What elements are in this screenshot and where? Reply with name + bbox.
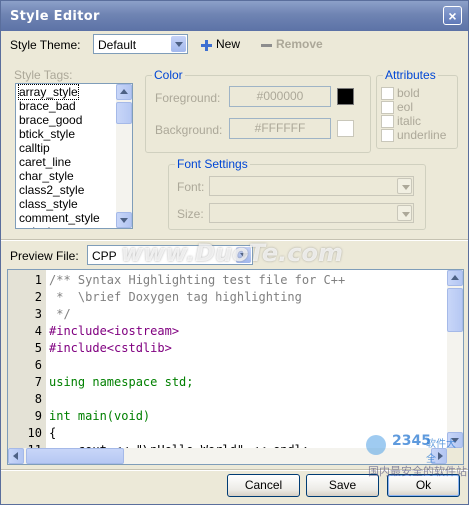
minus-icon xyxy=(261,44,272,47)
editor-vertical-scrollbar[interactable] xyxy=(447,270,463,448)
scroll-down-arrow-icon[interactable] xyxy=(116,212,132,228)
line-number: 5 xyxy=(34,341,42,355)
style-theme-value: Default xyxy=(98,38,137,52)
save-button[interactable]: Save xyxy=(306,474,379,497)
scroll-up-arrow-icon[interactable] xyxy=(116,84,132,100)
list-item[interactable]: ctrl_char xyxy=(19,225,65,228)
list-item[interactable]: char_style xyxy=(19,169,74,183)
remove-button-label: Remove xyxy=(276,37,323,51)
font-label: Font: xyxy=(177,180,205,194)
scroll-down-arrow-icon[interactable] xyxy=(447,432,463,448)
line-number: 1 xyxy=(34,273,42,287)
list-item[interactable]: caret_line xyxy=(19,155,71,169)
chevron-down-icon[interactable] xyxy=(171,36,186,52)
code-line: */ xyxy=(49,307,71,321)
ok-button[interactable]: Ok xyxy=(387,474,460,497)
style-tags-label: Style Tags: xyxy=(14,68,73,82)
scroll-left-arrow-icon[interactable] xyxy=(8,448,24,464)
line-number: 9 xyxy=(34,409,42,423)
scroll-up-arrow-icon[interactable] xyxy=(447,270,463,286)
code-line: * \brief Doxygen tag highlighting xyxy=(49,290,302,304)
list-item[interactable]: calltip xyxy=(19,141,50,155)
code-line: { xyxy=(49,426,57,440)
underline-label: underline xyxy=(397,128,447,142)
chevron-down-icon[interactable] xyxy=(397,178,412,194)
italic-label: italic xyxy=(397,114,422,128)
background-swatch[interactable] xyxy=(337,120,354,137)
background-label: Background: xyxy=(155,123,223,137)
list-item[interactable]: btick_style xyxy=(19,127,75,141)
close-button[interactable]: × xyxy=(443,6,462,25)
preview-file-select[interactable]: CPP xyxy=(87,245,253,265)
divider xyxy=(1,469,468,471)
window-title: Style Editor xyxy=(10,9,100,24)
scrollbar-corner xyxy=(447,448,463,464)
bold-label: bold xyxy=(397,86,420,100)
size-select[interactable] xyxy=(209,203,414,223)
foreground-label: Foreground: xyxy=(155,91,221,105)
list-item[interactable]: brace_good xyxy=(19,113,82,127)
preview-editor[interactable]: 1 2 3 4 5 6 7 8 9 10 11 /** Syntax Highl… xyxy=(7,269,464,465)
scroll-thumb[interactable] xyxy=(26,448,124,464)
code-line: #include<cstdlib> xyxy=(49,341,172,355)
font-settings-title: Font Settings xyxy=(175,157,250,171)
list-item[interactable]: class2_style xyxy=(19,183,84,197)
code-line: int main(void) xyxy=(49,409,151,423)
scroll-thumb[interactable] xyxy=(447,288,463,332)
style-theme-select[interactable]: Default xyxy=(93,34,188,54)
preview-file-value: CPP xyxy=(92,249,117,263)
new-button-label: New xyxy=(216,37,241,51)
list-item[interactable]: class_style xyxy=(19,197,78,211)
scroll-right-arrow-icon[interactable] xyxy=(431,448,447,464)
color-group-title: Color xyxy=(152,68,185,82)
list-item[interactable]: comment_style xyxy=(19,211,100,225)
line-number: 4 xyxy=(34,324,42,338)
line-number-gutter: 1 2 3 4 5 6 7 8 9 10 11 xyxy=(8,270,46,457)
italic-checkbox[interactable] xyxy=(381,115,394,128)
chevron-down-icon[interactable] xyxy=(397,205,412,221)
eol-label: eol xyxy=(397,100,414,114)
preview-file-label: Preview File: xyxy=(10,249,79,263)
editor-horizontal-scrollbar[interactable] xyxy=(8,448,447,464)
style-editor-window: Style Editor × Style Theme: Default New … xyxy=(0,0,469,505)
code-line: /** Syntax Highlighting test file for C+… xyxy=(49,273,346,287)
bold-checkbox[interactable] xyxy=(381,87,394,100)
attributes-group-title: Attributes xyxy=(383,68,438,82)
chevron-down-icon[interactable] xyxy=(236,247,251,263)
underline-checkbox[interactable] xyxy=(381,129,394,142)
style-theme-label: Style Theme: xyxy=(10,38,81,52)
foreground-field[interactable]: #000000 xyxy=(229,86,331,107)
scroll-thumb[interactable] xyxy=(116,102,132,124)
code-line: #include<iostream> xyxy=(49,324,180,338)
foreground-swatch[interactable] xyxy=(337,88,354,105)
line-number: 8 xyxy=(34,392,42,406)
divider xyxy=(1,239,468,241)
style-tags-list[interactable]: array_style brace_bad brace_good btick_s… xyxy=(15,83,133,229)
plus-icon xyxy=(201,40,212,51)
line-number: 6 xyxy=(34,358,42,372)
line-number: 7 xyxy=(34,375,42,389)
line-number: 2 xyxy=(34,290,42,304)
line-number: 3 xyxy=(34,307,42,321)
list-item[interactable]: brace_bad xyxy=(19,99,76,113)
title-bar[interactable]: Style Editor × xyxy=(1,1,468,31)
cancel-button[interactable]: Cancel xyxy=(227,474,300,497)
eol-checkbox[interactable] xyxy=(381,101,394,114)
style-tags-scrollbar[interactable] xyxy=(116,84,132,228)
size-label: Size: xyxy=(177,207,204,221)
line-number: 10 xyxy=(27,426,42,440)
list-item[interactable]: array_style xyxy=(18,84,79,100)
background-field[interactable]: #FFFFFF xyxy=(229,118,331,139)
font-select[interactable] xyxy=(209,176,414,196)
code-line: using namespace std; xyxy=(49,375,194,389)
